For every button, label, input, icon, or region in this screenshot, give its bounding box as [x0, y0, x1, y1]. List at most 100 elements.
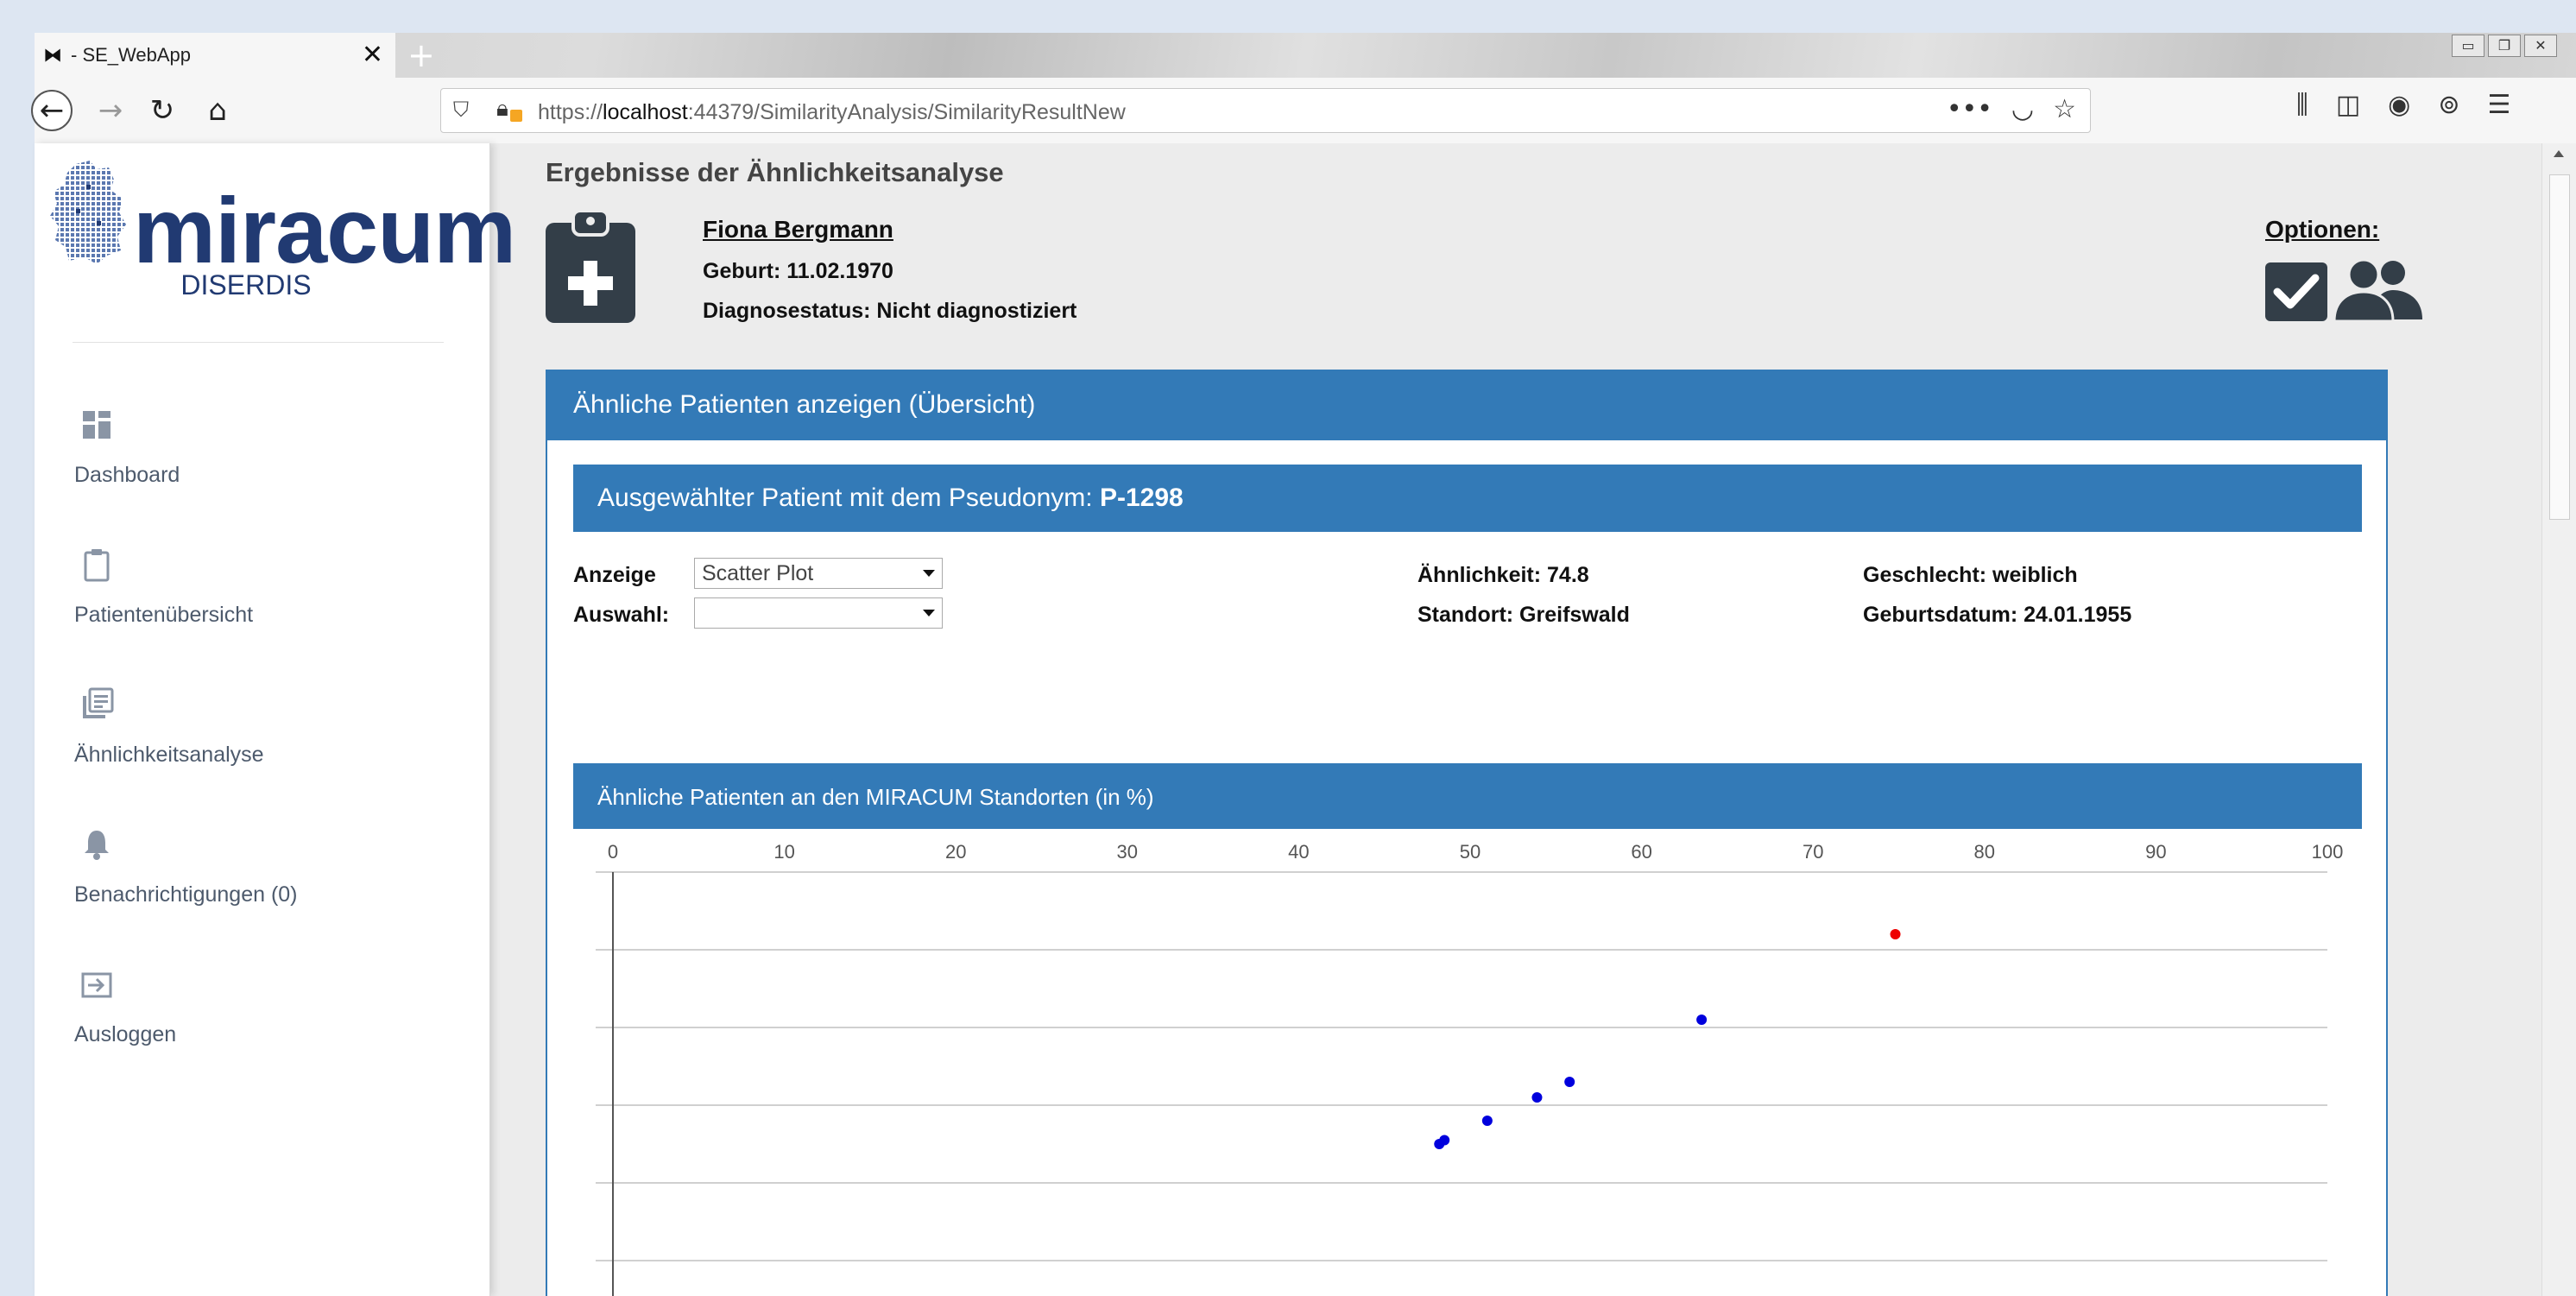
reload-icon[interactable]: ↻	[142, 90, 183, 131]
tab-strip: ⧓ - SE_WebApp ✕ + ▭ ❐ ✕	[35, 33, 2576, 78]
sex-value: Geschlecht: weiblich	[1863, 563, 2078, 587]
x-tick-label: 60	[1631, 844, 1651, 863]
tab-title: - SE_WebApp	[71, 44, 192, 66]
selected-patient-point	[1890, 929, 1901, 939]
library-icon	[83, 687, 114, 718]
sidebar-divider	[73, 342, 444, 343]
similar-patient-point	[1564, 1077, 1575, 1087]
check-icon	[2273, 274, 2320, 309]
lock-icon[interactable]: 🔒︎	[496, 96, 508, 123]
sidebar-toggle-icon[interactable]: ◫	[2336, 90, 2360, 120]
anzeige-select[interactable]: Scatter Plot	[694, 558, 943, 589]
anzeige-select-value: Scatter Plot	[702, 561, 814, 585]
forward-icon[interactable]: →	[90, 90, 131, 131]
browser-tab[interactable]: ⧓ - SE_WebApp ✕	[35, 33, 395, 78]
sidebar-item-label: Ähnlichkeitsanalyse	[74, 743, 264, 767]
chart-header: Ähnliche Patienten an den MIRACUM Stando…	[573, 763, 2362, 829]
scatter-plot-svg: 0 10 20 30 40 50 60 70 80 90 100	[596, 844, 2344, 1296]
account-icon[interactable]: ◉	[2388, 90, 2410, 120]
sidebar-item-aehnlichkeitsanalyse[interactable]: Ähnlichkeitsanalyse	[74, 687, 454, 782]
tracking-shield-icon[interactable]: ⛉	[453, 98, 469, 122]
panel-header[interactable]: Ähnliche Patienten anzeigen (Übersicht)	[547, 371, 2386, 440]
bookmark-star-icon[interactable]: ☆	[2053, 94, 2076, 124]
new-tab-icon[interactable]: +	[407, 36, 435, 74]
similar-users-button[interactable]	[2333, 259, 2426, 321]
similarity-value: Ähnlichkeit: 74.8	[1417, 563, 1589, 587]
sidebar: miracum DISERDIS Dashboard Patientenüber…	[35, 143, 516, 1296]
scroll-up-icon[interactable]	[2554, 150, 2564, 157]
x-tick-label: 50	[1460, 844, 1481, 863]
diagnosis-status: Diagnosestatus: Nicht diagnostiziert	[703, 299, 1077, 323]
similar-patients-panel: Ähnliche Patienten anzeigen (Übersicht) …	[546, 370, 2388, 1296]
x-tick-label: 0	[608, 844, 618, 863]
home-icon[interactable]: ⌂	[197, 90, 238, 131]
brand-name: miracum	[133, 178, 516, 282]
brand-subtitle: DISERDIS	[180, 269, 312, 300]
similar-patient-point	[1434, 1139, 1445, 1149]
close-window-icon[interactable]: ✕	[2524, 35, 2557, 57]
bell-icon	[85, 831, 109, 860]
x-tick-label: 40	[1288, 844, 1309, 863]
x-tick-label: 30	[1117, 844, 1138, 863]
address-bar[interactable]: ⛉ 🔒︎ https://localhost:44379/SimilarityA…	[440, 88, 2091, 133]
selected-patient-header: Ausgewählter Patient mit dem Pseudonym: …	[573, 465, 2362, 532]
similar-patient-point	[1481, 1116, 1493, 1126]
x-tick-label: 100	[2312, 844, 2344, 863]
dropdown-arrow-icon	[923, 610, 935, 616]
sidebar-item-label: Ausloggen	[74, 1022, 177, 1046]
url-text[interactable]: https://localhost:44379/SimilarityAnalys…	[538, 100, 1126, 125]
auswahl-label: Auswahl:	[573, 603, 670, 627]
pocket-icon[interactable]: ◡	[2011, 94, 2034, 124]
scrollbar-thumb[interactable]	[2549, 174, 2570, 520]
anzeige-label: Anzeige	[573, 563, 656, 587]
sidebar-item-dashboard[interactable]: Dashboard	[74, 408, 454, 503]
patient-name-link[interactable]: Fiona Bergmann	[703, 216, 893, 243]
page-actions-icon[interactable]: •••	[1947, 94, 1992, 124]
x-tick-label: 10	[773, 844, 794, 863]
window-controls: ▭ ❐ ✕	[2452, 35, 2557, 57]
sidebar-item-label: Benachrichtigungen (0)	[74, 882, 298, 907]
similar-patient-point	[1531, 1092, 1543, 1103]
main-content: Ergebnisse der Ähnlichkeitsanalyse Fiona…	[490, 143, 2576, 1296]
sidebar-item-label: Dashboard	[74, 463, 180, 487]
dob-value: Geburtsdatum: 24.01.1955	[1863, 603, 2132, 627]
auswahl-select[interactable]	[694, 597, 943, 629]
back-icon[interactable]: ←	[31, 90, 73, 131]
sync-icon[interactable]: ⊚	[2438, 90, 2459, 120]
x-tick-label: 80	[1974, 844, 1995, 863]
sidebar-item-ausloggen[interactable]: Ausloggen	[74, 967, 454, 1062]
selected-pseudonym: P-1298	[1099, 484, 1184, 512]
similar-patient-point	[1696, 1015, 1708, 1025]
favicon-icon: ⧓	[43, 44, 62, 66]
dropdown-arrow-icon	[923, 570, 935, 577]
logout-icon	[81, 972, 112, 998]
x-tick-label: 20	[945, 844, 966, 863]
location-value: Standort: Greifswald	[1417, 603, 1630, 627]
scatter-chart: 0 10 20 30 40 50 60 70 80 90 100	[573, 844, 2362, 1296]
browser-window: ⧓ - SE_WebApp ✕ + ▭ ❐ ✕ ← → ↻ ⌂ ⛉ 🔒︎ htt…	[31, 33, 2576, 1296]
page-title: Ergebnisse der Ähnlichkeitsanalyse	[546, 157, 1004, 187]
sidebar-item-benachrichtigungen[interactable]: Benachrichtigungen (0)	[74, 827, 454, 922]
patient-birth: Geburt: 11.02.1970	[703, 259, 893, 283]
x-tick-label: 70	[1803, 844, 1823, 863]
lock-warning-icon	[510, 110, 522, 122]
germany-map-icon	[50, 161, 126, 264]
menu-icon[interactable]: ☰	[2488, 90, 2511, 120]
sidebar-item-label: Patientenübersicht	[74, 603, 254, 627]
library-icon[interactable]: ⫼	[2296, 90, 2308, 120]
web-page: miracum DISERDIS Dashboard Patientenüber…	[35, 143, 2576, 1296]
clipboard-icon	[84, 549, 110, 582]
sidebar-item-patientenuebersicht[interactable]: Patientenübersicht	[74, 547, 454, 642]
navigation-toolbar: ← → ↻ ⌂ ⛉ 🔒︎ https://localhost:44379/Sim…	[31, 78, 2576, 143]
toolbar-icons: ⫼ ◫ ◉ ⊚ ☰	[2296, 90, 2510, 120]
restore-icon[interactable]: ❐	[2488, 35, 2521, 57]
dashboard-icon	[83, 411, 110, 439]
miracum-logo[interactable]: miracum DISERDIS	[50, 161, 516, 316]
options-label: Optionen:	[2265, 216, 2380, 243]
tab-close-icon[interactable]: ✕	[362, 40, 383, 70]
minimize-icon[interactable]: ▭	[2452, 35, 2484, 57]
vertical-scrollbar[interactable]	[2541, 143, 2576, 1296]
patient-clipboard-icon	[546, 211, 635, 323]
x-tick-label: 90	[2145, 844, 2166, 863]
confirm-check-button[interactable]	[2265, 262, 2327, 321]
